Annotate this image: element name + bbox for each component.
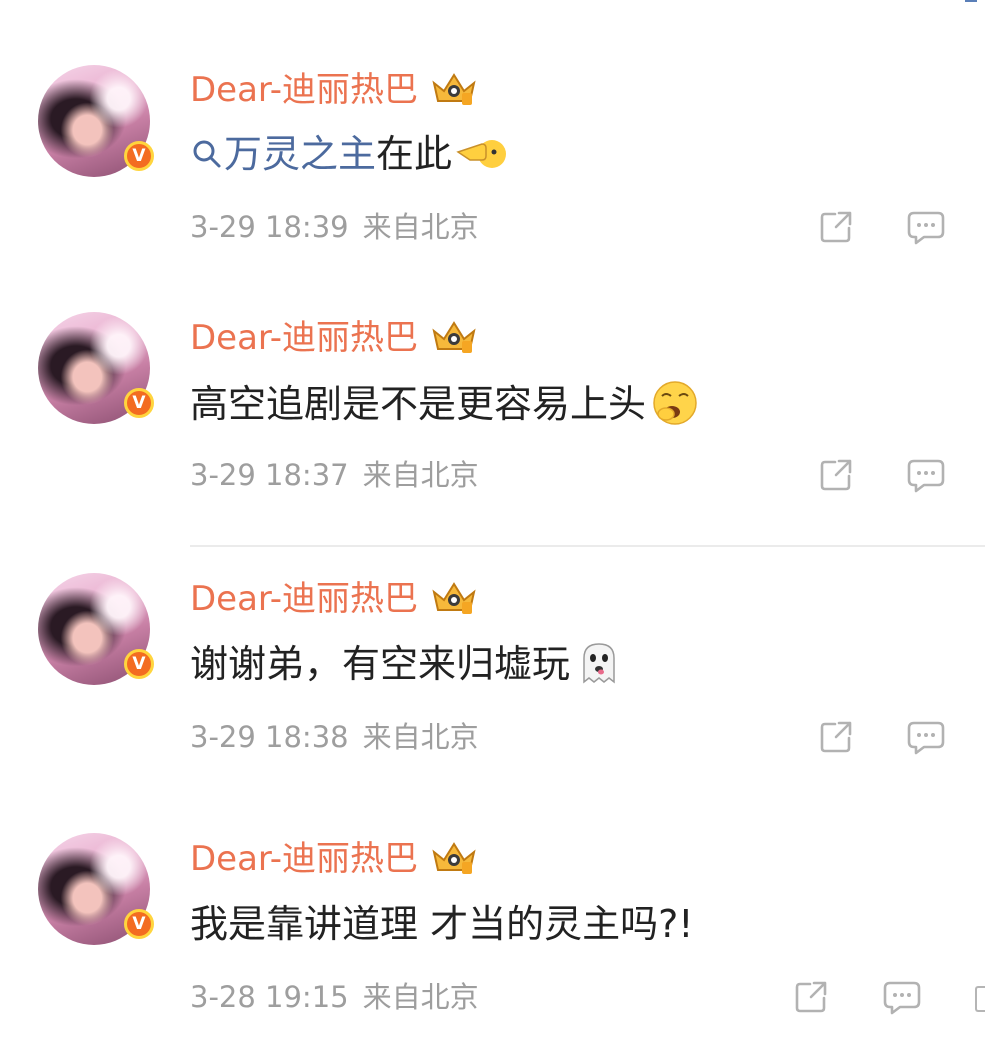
username-text: Dear-迪丽热巴 [190,839,419,879]
comment-icon[interactable] [906,720,946,756]
ghost-emoji [583,642,615,684]
username[interactable]: Dear-迪丽热巴 [190,70,478,110]
search-icon [193,140,221,167]
comment-text: 高空追剧是不是更容易上头 [190,380,700,428]
crown-vip-icon [432,841,476,874]
verified-badge: V [124,141,154,171]
timestamp: 3-29 18:39 [190,210,349,244]
topic-label: 万灵之主 [224,132,377,176]
comment-meta: 3-29 18:38 来自北京 [190,720,479,754]
comment-meta: 3-28 19:15 来自北京 [190,980,479,1014]
share-icon[interactable] [817,718,855,756]
crown-vip-icon [432,320,476,353]
timestamp: 3-28 19:15 [190,980,349,1014]
comment-meta: 3-29 18:39 来自北京 [190,210,479,244]
comment-icon[interactable] [906,458,946,494]
comment-text: 万灵之主在此 [190,130,507,178]
topic-link[interactable]: 万灵之主 [190,132,376,176]
verified-badge: V [124,909,154,939]
comment-body: 高空追剧是不是更容易上头 [190,382,647,426]
username[interactable]: Dear-迪丽热巴 [190,839,478,879]
username[interactable]: Dear-迪丽热巴 [190,318,478,358]
crown-vip-icon [432,72,476,105]
comment-meta: 3-29 18:37 来自北京 [190,458,479,492]
avatar[interactable]: V [38,573,154,685]
comment-icon[interactable] [882,980,922,1016]
location: 来自北京 [362,720,479,754]
share-icon[interactable] [817,208,855,246]
share-icon[interactable] [792,978,830,1016]
verified-badge: V [124,649,154,679]
comment-body: 谢谢弟，有空来归墟玩 [190,642,571,686]
username[interactable]: Dear-迪丽热巴 [190,579,478,619]
crown-vip-icon [432,581,476,614]
comment-body: 在此 [376,132,453,176]
pointing-hand-emoji [456,139,507,168]
location: 来自北京 [362,210,479,244]
comment-icon[interactable] [906,210,946,246]
location: 来自北京 [362,980,479,1014]
divider [190,545,985,547]
like-icon[interactable] [975,986,985,1012]
scroll-indicator [965,0,977,2]
comment-text: 我是靠讲道理 才当的灵主吗?! [190,900,693,948]
comment-text: 谢谢弟，有空来归墟玩 [190,640,624,688]
avatar[interactable]: V [38,312,154,424]
verified-badge: V [124,388,154,418]
share-icon[interactable] [817,456,855,494]
timestamp: 3-29 18:37 [190,458,349,492]
location: 来自北京 [362,458,479,492]
username-text: Dear-迪丽热巴 [190,70,419,110]
avatar[interactable]: V [38,833,154,945]
avatar[interactable]: V [38,65,154,177]
yawning-face-emoji [653,380,697,425]
username-text: Dear-迪丽热巴 [190,318,419,358]
timestamp: 3-29 18:38 [190,720,349,754]
comment-body: 我是靠讲道理 才当的灵主吗?! [190,902,694,946]
username-text: Dear-迪丽热巴 [190,579,419,619]
